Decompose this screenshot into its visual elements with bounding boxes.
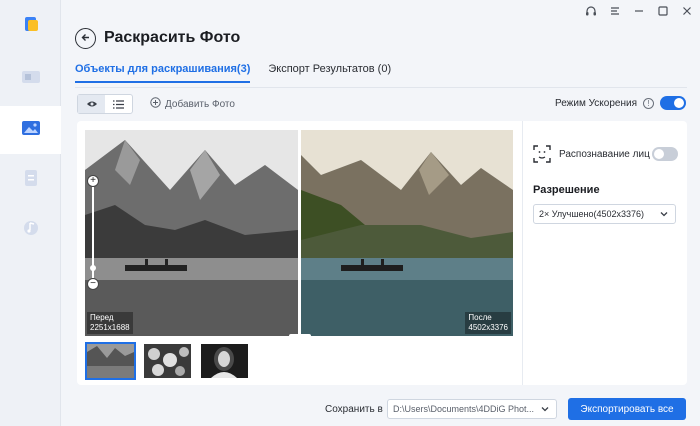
app-logo [0,2,61,50]
acceleration-mode: Режим Ускорения ! [555,96,686,110]
zoom-slider[interactable]: + − [87,175,99,290]
save-path-value: D:\Users\Documents\4DDiG Phot... [393,404,535,414]
tabs-divider [75,87,687,88]
headset-icon[interactable] [584,4,598,18]
minimize-icon[interactable] [632,4,646,18]
maximize-icon[interactable] [656,4,670,18]
after-title: После [468,313,492,322]
info-icon[interactable]: ! [643,97,654,109]
chevron-down-icon [540,404,550,416]
menu-icon[interactable] [608,4,622,18]
plus-circle-icon [150,97,161,111]
page-title: Раскрасить Фото [104,29,241,46]
music-icon [23,219,39,242]
add-photo-button[interactable]: Добавить Фото [150,97,235,111]
face-recognition-label: Распознавание лиц [559,148,650,160]
main-panel: Перед 2251x1688 + − После 4502x3376 Расп… [77,121,687,385]
add-photo-label: Добавить Фото [165,98,235,110]
app-logo-icon [22,15,40,38]
zoom-knob[interactable] [90,265,96,271]
list-view-button[interactable] [105,95,132,113]
save-path-select[interactable]: D:\Users\Documents\4DDiG Phot... [387,399,557,419]
sidebar-item-music[interactable] [0,206,61,254]
tab-bar: Объекты для раскрашивания(3) Экспорт Рез… [75,63,391,83]
save-to-label: Сохранить в [325,404,383,415]
tab-export-results[interactable]: Экспорт Результатов (0) [268,63,391,83]
sidebar-item-photo[interactable] [0,106,61,154]
zoom-in-button[interactable]: + [87,175,99,187]
before-title: Перед [90,313,114,322]
thumbnail-mountain[interactable] [85,342,136,380]
close-icon[interactable] [680,4,694,18]
resolution-title: Разрешение [533,184,600,196]
thumbnail-flowers[interactable] [142,342,193,380]
face-recognition-toggle[interactable] [652,147,678,161]
acceleration-toggle[interactable] [660,96,686,110]
resolution-select[interactable]: 2× Улучшено(4502x3376) [533,204,676,224]
arrow-left-icon [80,30,91,48]
list-icon [105,99,132,109]
resolution-value: 2× Улучшено(4502x3376) [539,209,645,219]
face-recognition-row: Распознавание лиц [533,145,678,163]
view-mode-toggle [77,94,133,114]
eye-icon [78,100,105,108]
back-button[interactable] [75,28,96,49]
thumbnail-strip [85,342,250,380]
after-label: После 4502x3376 [465,312,511,334]
face-scan-icon [533,145,551,163]
photo-icon [21,120,41,141]
sidebar-item-video[interactable] [0,55,61,103]
export-all-button[interactable]: Экспортировать все [568,398,686,420]
before-image: Перед 2251x1688 + − [85,130,298,336]
window-controls [584,4,694,18]
after-image: После 4502x3376 [301,130,513,336]
after-size: 4502x3376 [468,323,508,332]
app-sidebar [0,0,61,426]
compare-divider-handle[interactable] [289,334,311,338]
settings-panel: Распознавание лиц Разрешение 2× Улучшено… [522,121,687,385]
chevron-down-icon [659,209,669,221]
preview-view-button[interactable] [78,95,105,113]
sidebar-item-document[interactable] [0,156,61,204]
image-compare-viewer[interactable]: Перед 2251x1688 + − После 4502x3376 [85,130,513,338]
thumbnail-portrait[interactable] [199,342,250,380]
tab-objects[interactable]: Объекты для раскрашивания(3) [75,63,251,83]
document-icon [23,169,39,192]
zoom-out-button[interactable]: − [87,278,99,290]
video-icon [21,69,41,90]
before-label: Перед 2251x1688 [87,312,133,334]
before-size: 2251x1688 [90,323,130,332]
acceleration-label: Режим Ускорения [555,97,637,109]
